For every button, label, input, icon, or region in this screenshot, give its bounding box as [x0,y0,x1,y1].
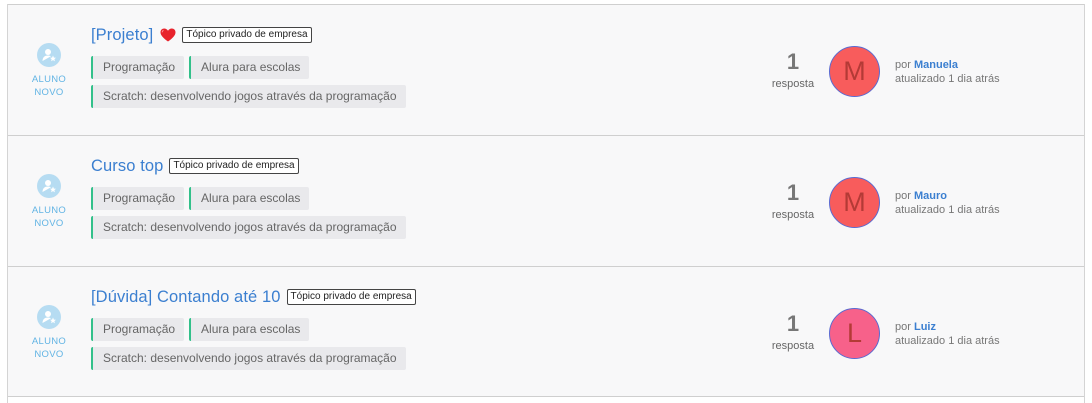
username-link[interactable]: Mauro [914,190,947,202]
author-type-line: ALUNO [31,205,67,216]
reply-stats: 1 resposta [763,49,823,91]
tag[interactable]: Scratch: desenvolvendo jogos através da … [91,85,406,108]
tag-row: Programação Alura para escolas [91,187,406,210]
tag[interactable]: Alura para escolas [189,56,310,79]
author-type-label: ALUNO NOVO [32,204,66,230]
topic-meta: por Manuela atualizado 1 dia atrás [895,58,1000,86]
heart-icon [160,28,176,42]
reply-stats: 1 resposta [763,311,823,353]
tag-row: Scratch: desenvolvendo jogos através da … [91,347,416,370]
title-row: Curso top Tópico privado de empresa [91,155,406,177]
tags: Programação Alura para escolas Scratch: d… [91,318,416,370]
author-type-line: NOVO [34,87,64,98]
topic-title[interactable]: Curso top [91,157,163,176]
updated-time: atualizado 1 dia atrás [895,73,1000,85]
topic-title[interactable]: [Projeto] [91,26,153,45]
title-row: [Dúvida] Contando até 10 Tópico privado … [91,286,416,308]
tag[interactable]: Scratch: desenvolvendo jogos através da … [91,347,406,370]
private-topic-badge: Tópico privado de empresa [286,289,416,305]
tag-row: Scratch: desenvolvendo jogos através da … [91,216,406,239]
tags: Programação Alura para escolas Scratch: d… [91,187,406,239]
topic-meta: por Mauro atualizado 1 dia atrás [895,189,1000,217]
author-type-label: ALUNO NOVO [32,335,66,361]
reply-label: resposta [771,340,815,352]
private-topic-badge: Tópico privado de empresa [182,27,312,43]
topic-main: [Projeto] Tópico privado de empresa Prog… [91,24,406,114]
avatar[interactable]: M [829,46,880,97]
author-type-line: ALUNO [31,336,67,347]
username-link[interactable]: Luiz [914,321,936,333]
private-topic-badge: Tópico privado de empresa [169,158,299,174]
by-label: por [895,59,911,71]
reply-label: resposta [771,209,815,221]
topic-row[interactable]: ALUNO NOVO [Dúvida] Contando até 10 Tópi… [8,266,1084,397]
topic-title[interactable]: [Dúvida] Contando até 10 [91,288,281,307]
username-link[interactable]: Manuela [914,59,958,71]
author-type-line: NOVO [34,349,64,360]
topic-list: ALUNO NOVO [Projeto] Tópico privado de e… [7,4,1085,403]
author-type-label: ALUNO NOVO [32,73,66,99]
new-student-icon [37,174,61,198]
reply-count: 1 [786,311,800,336]
reply-stats: 1 resposta [763,180,823,222]
topic-main: Curso top Tópico privado de empresa Prog… [91,155,406,245]
tag[interactable]: Alura para escolas [189,187,310,210]
avatar[interactable]: M [829,177,880,228]
topic-meta: por Luiz atualizado 1 dia atrás [895,320,1000,348]
tag[interactable]: Programação [91,56,185,79]
updated-time: atualizado 1 dia atrás [895,335,1000,347]
new-student-icon [37,305,61,329]
topic-row[interactable]: ALUNO NOVO Curso top Tópico privado de e… [8,135,1084,266]
tag[interactable]: Alura para escolas [189,318,310,341]
reply-label: resposta [771,78,815,90]
reply-count: 1 [786,49,800,74]
tag-row: Programação Alura para escolas [91,56,406,79]
topic-main: [Dúvida] Contando até 10 Tópico privado … [91,286,416,376]
avatar[interactable]: L [829,308,880,359]
author-type: ALUNO NOVO [26,43,72,99]
tag[interactable]: Scratch: desenvolvendo jogos através da … [91,216,406,239]
by-label: por [895,190,911,202]
author-type: ALUNO NOVO [26,174,72,230]
author-type: ALUNO NOVO [26,305,72,361]
author-type-line: NOVO [34,218,64,229]
tag-row: Programação Alura para escolas [91,318,416,341]
updated-time: atualizado 1 dia atrás [895,204,1000,216]
tag[interactable]: Programação [91,187,185,210]
title-row: [Projeto] Tópico privado de empresa [91,24,406,46]
topic-row[interactable]: ALUNO NOVO [Projeto] Tópico privado de e… [8,4,1084,135]
author-type-line: ALUNO [31,74,67,85]
new-student-icon [37,43,61,67]
by-label: por [895,321,911,333]
tag-row: Scratch: desenvolvendo jogos através da … [91,85,406,108]
reply-count: 1 [786,180,800,205]
tag[interactable]: Programação [91,318,185,341]
tags: Programação Alura para escolas Scratch: d… [91,56,406,108]
